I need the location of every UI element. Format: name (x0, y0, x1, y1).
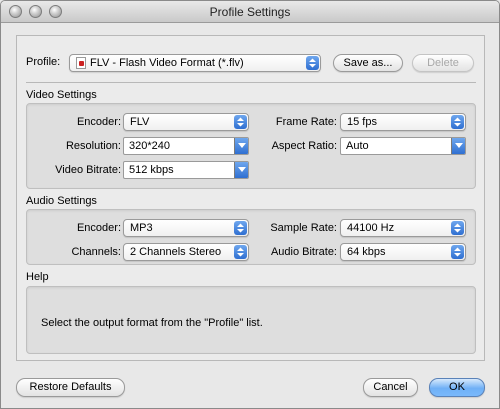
aspect-ratio-value: Auto (346, 140, 369, 152)
audio-encoder-select[interactable]: MP3 (123, 219, 249, 237)
video-bitrate-value: 512 kbps (129, 164, 174, 176)
frame-rate-stepper-icon (451, 115, 464, 129)
channels-value: 2 Channels Stereo (130, 246, 222, 258)
audio-bitrate-select[interactable]: 64 kbps (340, 243, 466, 261)
delete-button[interactable]: Delete (412, 54, 474, 72)
sample-rate-stepper-icon (451, 221, 464, 235)
sample-rate-value: 44100 Hz (347, 222, 395, 234)
resolution-value: 320*240 (129, 140, 170, 152)
restore-defaults-button[interactable]: Restore Defaults (16, 378, 125, 397)
resolution-combo[interactable]: 320*240 (123, 137, 249, 155)
aspect-ratio-combo[interactable]: Auto (340, 137, 466, 155)
profile-settings-window: Profile Settings Profile: FLV - Flash Vi… (0, 0, 500, 409)
profile-select[interactable]: FLV - Flash Video Format (*.flv) (69, 54, 321, 72)
video-bitrate-combo[interactable]: 512 kbps (123, 161, 249, 179)
audio-encoder-value: MP3 (130, 222, 153, 234)
video-bitrate-dropdown-arrow-icon[interactable] (234, 162, 248, 178)
video-encoder-value: FLV (130, 116, 150, 128)
audio-bitrate-value: 64 kbps (347, 246, 386, 258)
aspect-ratio-label: Aspect Ratio: (271, 140, 337, 152)
settings-panel: Profile: FLV - Flash Video Format (*.flv… (16, 35, 485, 361)
channels-label: Channels: (71, 246, 121, 258)
audio-bitrate-stepper-icon (451, 245, 464, 259)
video-bitrate-label: Video Bitrate: (55, 164, 121, 176)
frame-rate-select[interactable]: 15 fps (340, 113, 466, 131)
ok-button[interactable]: OK (429, 378, 485, 397)
frame-rate-value: 15 fps (347, 116, 377, 128)
video-encoder-select[interactable]: FLV (123, 113, 249, 131)
video-settings-title: Video Settings (26, 89, 97, 101)
help-text: Select the output format from the "Profi… (41, 317, 263, 329)
audio-encoder-label: Encoder: (76, 222, 121, 234)
audio-settings-title: Audio Settings (26, 195, 97, 207)
resolution-label: Resolution: (65, 140, 121, 152)
profile-select-stepper-icon (306, 56, 319, 70)
sample-rate-select[interactable]: 44100 Hz (340, 219, 466, 237)
window-title: Profile Settings (209, 5, 291, 19)
profile-label: Profile: (26, 56, 61, 68)
video-encoder-label: Encoder: (76, 116, 121, 128)
audio-bitrate-label: Audio Bitrate: (270, 246, 337, 258)
help-group: Select the output format from the "Profi… (26, 286, 476, 354)
save-as-button[interactable]: Save as... (333, 54, 403, 72)
audio-settings-group: Encoder: MP3 Sample Rate: 44100 Hz Chann… (26, 209, 476, 265)
frame-rate-label: Frame Rate: (275, 116, 337, 128)
title-bar[interactable]: Profile Settings (1, 1, 499, 23)
profile-separator (26, 82, 476, 83)
aspect-ratio-dropdown-arrow-icon[interactable] (451, 138, 465, 154)
profile-select-value: FLV - Flash Video Format (*.flv) (90, 57, 244, 69)
sample-rate-label: Sample Rate: (270, 222, 337, 234)
flv-file-icon (76, 57, 86, 69)
video-settings-group: Encoder: FLV Frame Rate: 15 fps Resoluti… (26, 103, 476, 189)
cancel-button[interactable]: Cancel (363, 378, 418, 397)
channels-select[interactable]: 2 Channels Stereo (123, 243, 249, 261)
help-title: Help (26, 271, 49, 283)
